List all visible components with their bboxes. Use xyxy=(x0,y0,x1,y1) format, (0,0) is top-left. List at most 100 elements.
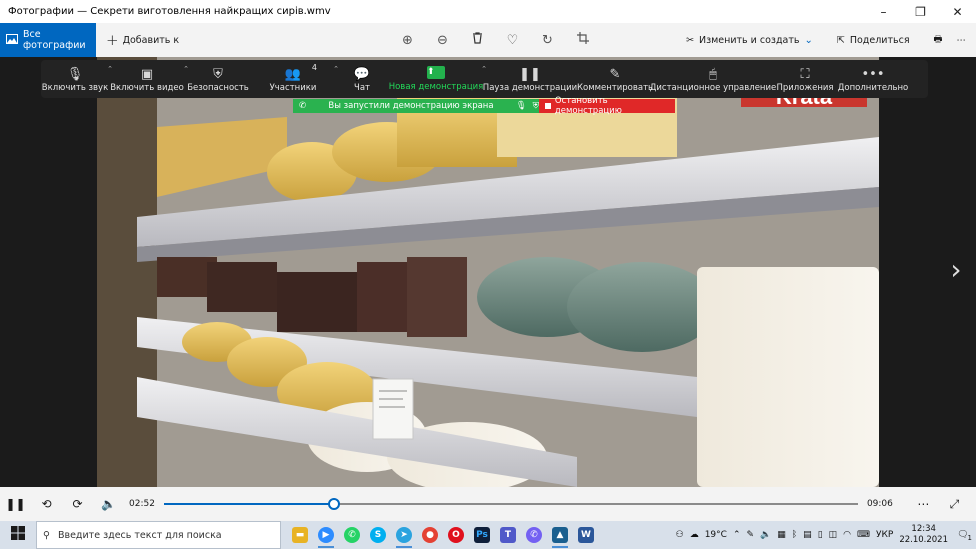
rotate-icon[interactable]: ↻ xyxy=(530,33,565,48)
edit-create-button[interactable]: ✂ Изменить и создать ⌄ xyxy=(674,35,825,46)
window-title: Фотографии — Секрети виготовлення найкра… xyxy=(8,6,331,17)
mic-icon: 🎙 xyxy=(515,101,527,111)
folder-icon: ▬ xyxy=(292,527,308,543)
notification-count: 1 xyxy=(967,534,972,542)
unmute-button[interactable]: 🎙 Включить звук ⌃ xyxy=(41,60,113,98)
sharing-indicator[interactable]: ✆ Вы запустили демонстрацию экрана 🎙 ⛨ xyxy=(293,99,539,113)
notifications-icon[interactable]: 🗨 1 xyxy=(954,530,972,542)
new-share-button[interactable]: ⬆ Новая демонстрация ⌃ xyxy=(389,60,487,98)
clock-time: 12:34 xyxy=(911,524,936,534)
language-indicator[interactable]: УКР xyxy=(876,530,893,540)
volume-icon[interactable]: 🔈 xyxy=(93,497,124,511)
chat-icon: 💬 xyxy=(353,66,371,82)
minimize-button[interactable]: – xyxy=(865,0,902,23)
more-icon: ••• xyxy=(861,66,885,82)
zoom-app[interactable]: ▶ xyxy=(313,521,339,549)
share-icon: ⇱ xyxy=(836,34,845,46)
network-icon[interactable]: ▦ xyxy=(777,530,786,540)
annotate-button[interactable]: ✎ Комментировать xyxy=(577,60,653,98)
display-icon[interactable]: ◫ xyxy=(829,530,838,540)
more-options-button[interactable]: ⋯ xyxy=(955,35,976,46)
search-placeholder: Введите здесь текст для поиска xyxy=(57,529,222,541)
apps-icon: ⛶ xyxy=(800,66,810,82)
share-screen-icon: ⬆ xyxy=(427,66,445,79)
all-photos-button[interactable]: Все фотографии xyxy=(0,23,96,57)
apps-button[interactable]: ⛶ Приложения xyxy=(773,60,837,98)
all-photos-label: Все фотографии xyxy=(23,29,86,51)
skype-icon: S xyxy=(370,527,386,543)
clock[interactable]: 12:34 22.10.2021 xyxy=(899,524,948,546)
word-app[interactable]: W xyxy=(573,521,599,549)
close-button[interactable]: ✕ xyxy=(939,0,976,23)
pause-button[interactable]: ❚❚ xyxy=(0,497,31,511)
photoshop-app[interactable]: Ps xyxy=(469,521,495,549)
participants-button[interactable]: 👥 4 Участники ⌃ xyxy=(251,60,339,98)
mic-muted-icon: 🎙 xyxy=(66,66,84,82)
speaker-icon[interactable]: 🔈 xyxy=(760,530,771,540)
delete-icon[interactable] xyxy=(460,32,495,48)
app-tray-icon[interactable]: ▤ xyxy=(803,530,812,540)
opera-icon: O xyxy=(448,527,464,543)
more-label: Дополнительно xyxy=(837,82,909,93)
teams-app[interactable]: T xyxy=(495,521,521,549)
telegram-app[interactable]: ➤ xyxy=(391,521,417,549)
print-button[interactable]: 🖶 xyxy=(922,32,955,48)
more-options-icon[interactable]: ⋯ xyxy=(908,497,939,511)
bluetooth-icon[interactable]: ᛒ xyxy=(792,530,797,540)
weather-temp[interactable]: 19°C xyxy=(705,530,727,540)
photos-app[interactable]: ▲ xyxy=(547,521,573,549)
explorer-app[interactable]: ▬ xyxy=(287,521,313,549)
pen-workspace-icon[interactable]: ✎ xyxy=(746,530,754,540)
more-button[interactable]: ••• Дополнительно xyxy=(837,60,909,98)
favorite-icon[interactable]: ♡ xyxy=(495,33,530,48)
stop-icon xyxy=(545,103,551,109)
photos-app-icon: ▲ xyxy=(552,527,568,543)
chat-button[interactable]: 💬 Чат xyxy=(335,60,389,98)
add-to-button[interactable]: + Добавить к xyxy=(106,32,179,48)
rewind-10-button[interactable]: ⟲ xyxy=(31,497,62,511)
chrome-icon: ● xyxy=(422,527,438,543)
crop-icon[interactable] xyxy=(565,32,600,48)
toolbar-right: ✂ Изменить и создать ⌄ ⇱ Поделиться 🖶 ⋯ xyxy=(674,23,976,57)
chevron-right-icon: › xyxy=(950,253,962,286)
battery-icon[interactable]: ▯ xyxy=(818,530,823,540)
opera-app[interactable]: O xyxy=(443,521,469,549)
zoom-in-icon[interactable]: ⊕ xyxy=(390,33,425,48)
stop-share-button[interactable]: Остановить демонстрацию xyxy=(539,96,675,116)
share-button[interactable]: ⇱ Поделиться xyxy=(825,35,922,46)
participants-count: 4 xyxy=(311,63,317,72)
start-button[interactable] xyxy=(0,526,36,544)
chevron-up-icon[interactable]: ⌃ xyxy=(733,530,741,540)
viber-icon: ✆ xyxy=(526,527,542,543)
chrome-app[interactable]: ● xyxy=(417,521,443,549)
photos-icon xyxy=(6,33,18,47)
fullscreen-icon[interactable]: ⤢ xyxy=(939,497,970,512)
pause-share-button[interactable]: ❚❚ Пауза демонстрации xyxy=(483,60,577,98)
skype-app[interactable]: S xyxy=(365,521,391,549)
restore-button[interactable]: ❐ xyxy=(902,0,939,23)
search-icon: ⚲ xyxy=(43,529,50,541)
windows-taskbar: ⚲ Введите здесь текст для поиска ▬ ▶ ✆ S… xyxy=(0,521,976,549)
wifi-icon[interactable]: ◠ xyxy=(843,530,851,540)
chevron-down-icon: ⌄ xyxy=(804,34,813,46)
title-bar: Фотографии — Секрети виготовлення найкра… xyxy=(0,0,976,23)
seek-thumb[interactable] xyxy=(327,498,340,510)
keyboard-icon[interactable]: ⌨ xyxy=(857,530,870,540)
security-button[interactable]: ⛨ Безопасность xyxy=(185,60,251,98)
forward-30-button[interactable]: ⟳ xyxy=(62,497,93,511)
seek-bar[interactable] xyxy=(163,497,858,511)
video-frame[interactable]: Krata xyxy=(97,57,879,487)
edit-create-label: Изменить и создать xyxy=(698,34,800,46)
photo-actions: ⊕ ⊖ ♡ ↻ xyxy=(390,23,600,57)
people-icon[interactable]: ⚇ xyxy=(676,530,684,540)
next-arrow-button[interactable]: › xyxy=(946,253,966,287)
start-video-button[interactable]: ▣ Включить видео ⌃ xyxy=(109,60,189,98)
seek-progress xyxy=(163,503,334,505)
zoom-out-icon[interactable]: ⊖ xyxy=(425,33,460,48)
weather-icon[interactable]: ☁ xyxy=(690,530,699,540)
remote-control-button[interactable]: 🖱 Дистанционное управление xyxy=(650,60,777,98)
taskbar-search[interactable]: ⚲ Введите здесь текст для поиска xyxy=(36,521,281,549)
viber-app[interactable]: ✆ xyxy=(521,521,547,549)
participants-label: Участники xyxy=(269,82,317,93)
whatsapp-app[interactable]: ✆ xyxy=(339,521,365,549)
